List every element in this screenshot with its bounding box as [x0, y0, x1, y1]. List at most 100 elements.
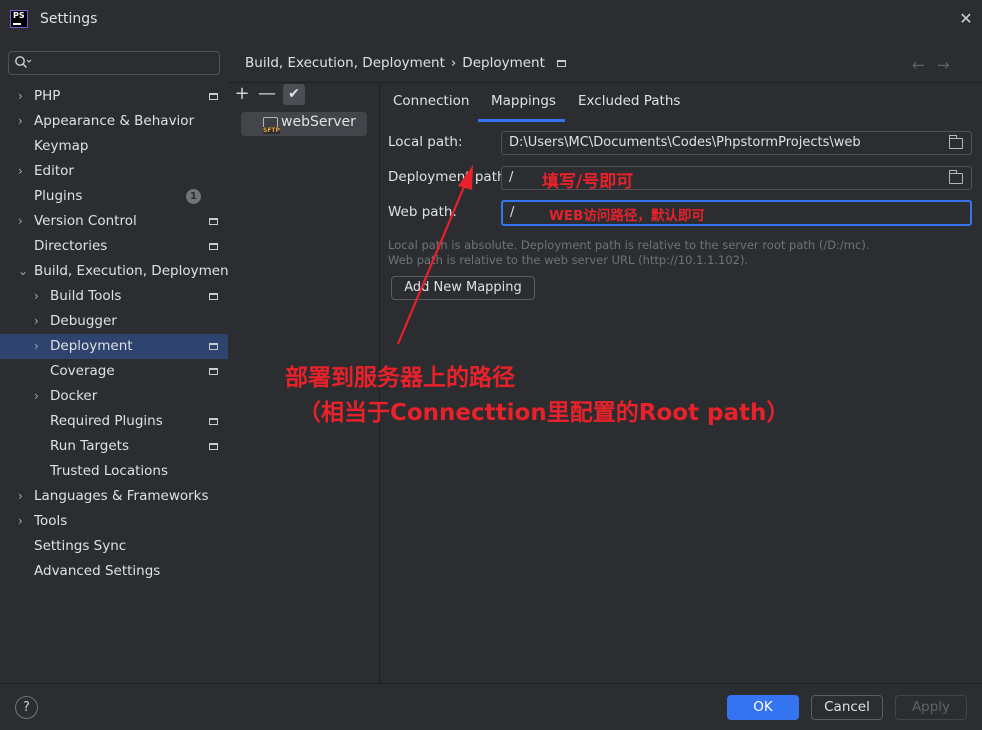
close-icon[interactable]: ✕: [958, 10, 974, 28]
sidebar-item-label: Docker: [50, 388, 98, 404]
project-scope-icon: [209, 93, 218, 100]
chevron-right-icon[interactable]: ›: [18, 159, 28, 184]
breadcrumb-current: Deployment: [462, 55, 545, 71]
sidebar-item-label: Required Plugins: [50, 413, 163, 429]
project-scope-icon: [209, 418, 218, 425]
deployment-path-value: /: [509, 170, 514, 185]
chevron-right-icon[interactable]: ›: [18, 84, 28, 109]
project-scope-icon: [556, 59, 566, 67]
web-path-value: /: [510, 205, 515, 220]
sidebar-item-settings-sync[interactable]: Settings Sync: [0, 534, 228, 559]
project-scope-icon: [209, 368, 218, 375]
project-scope-icon: [209, 293, 218, 300]
sidebar-item-php[interactable]: › PHP: [0, 84, 228, 109]
hint-local-path: Local path is absolute. Deployment path …: [388, 238, 870, 252]
sidebar-item-label: Directories: [34, 238, 108, 254]
sidebar-item-label: Appearance & Behavior: [34, 113, 195, 129]
deployment-path-annotation: 填写/号即可: [542, 172, 634, 192]
sidebar-item-label: Deployment: [50, 338, 133, 354]
tab-excluded-paths[interactable]: Excluded Paths: [578, 93, 680, 109]
help-icon[interactable]: ?: [15, 696, 38, 719]
remove-server-icon[interactable]: —: [258, 84, 276, 104]
divider: [228, 82, 982, 83]
sidebar-item-label: Build Tools: [50, 288, 122, 304]
window-title: Settings: [40, 11, 98, 27]
sidebar-item-docker[interactable]: › Docker: [0, 384, 228, 409]
active-tab-indicator: [478, 119, 565, 122]
settings-search-input[interactable]: [8, 51, 220, 75]
folder-icon[interactable]: [949, 135, 963, 149]
project-scope-icon: [209, 243, 218, 250]
web-path-label: Web path:: [388, 204, 457, 220]
sidebar-item-version-control[interactable]: › Version Control: [0, 209, 228, 234]
sidebar-item-label: Trusted Locations: [50, 463, 168, 479]
chevron-right-icon[interactable]: ›: [18, 509, 28, 534]
search-icon: [15, 56, 32, 68]
sidebar-item-label: Tools: [34, 513, 68, 529]
sidebar-item-label: Settings Sync: [34, 538, 127, 554]
sidebar-item-label: Run Targets: [50, 438, 129, 454]
chevron-right-icon[interactable]: ›: [34, 309, 44, 334]
project-scope-icon: [209, 343, 218, 350]
sidebar-item-deployment[interactable]: › Deployment: [0, 334, 228, 359]
sidebar-item-advanced-settings[interactable]: Advanced Settings: [0, 559, 228, 584]
use-as-default-icon[interactable]: ✔: [283, 84, 305, 105]
project-scope-icon: [209, 443, 218, 450]
chevron-down-icon[interactable]: ⌄: [18, 259, 28, 284]
chevron-right-icon[interactable]: ›: [34, 334, 44, 359]
sidebar-item-editor[interactable]: › Editor: [0, 159, 228, 184]
breadcrumb-separator: ›: [450, 55, 457, 71]
logo-text: PS: [13, 11, 25, 20]
deployment-path-label: Deployment path:: [388, 169, 511, 185]
folder-icon[interactable]: [949, 170, 963, 184]
local-path-label: Local path:: [388, 134, 463, 150]
title-bar: [0, 0, 982, 40]
local-path-value: D:\Users\MC\Documents\Codes\PhpstormProj…: [509, 135, 861, 150]
add-server-icon[interactable]: +: [233, 84, 251, 104]
ok-button[interactable]: OK: [727, 695, 799, 720]
updates-badge: 1: [186, 189, 201, 204]
sidebar-item-run-targets[interactable]: Run Targets: [0, 434, 228, 459]
sidebar-item-build-tools[interactable]: › Build Tools: [0, 284, 228, 309]
local-path-field[interactable]: D:\Users\MC\Documents\Codes\PhpstormProj…: [501, 131, 972, 155]
sidebar-item-tools[interactable]: › Tools: [0, 509, 228, 534]
project-scope-icon: [209, 218, 218, 225]
sidebar-item-keymap[interactable]: Keymap: [0, 134, 228, 159]
sidebar-item-languages-frameworks[interactable]: › Languages & Frameworks: [0, 484, 228, 509]
chevron-right-icon[interactable]: ›: [34, 284, 44, 309]
chevron-right-icon[interactable]: ›: [18, 109, 28, 134]
deployment-path-explanation-line-1: 部署到服务器上的路径: [285, 365, 515, 391]
sidebar-item-debugger[interactable]: › Debugger: [0, 309, 228, 334]
tab-mappings[interactable]: Mappings: [491, 93, 556, 109]
tab-connection[interactable]: Connection: [393, 93, 469, 109]
forward-arrow-icon[interactable]: →: [937, 56, 950, 74]
sidebar-item-trusted-locations[interactable]: Trusted Locations: [0, 459, 228, 484]
chevron-right-icon[interactable]: ›: [18, 209, 28, 234]
sidebar-item-label: Debugger: [50, 313, 117, 329]
sidebar-item-appearance-behavior[interactable]: › Appearance & Behavior: [0, 109, 228, 134]
sidebar-item-label: Languages & Frameworks: [34, 488, 209, 504]
sidebar-item-label: Version Control: [34, 213, 137, 229]
sidebar-item-build-execution-deployment[interactable]: ⌄ Build, Execution, Deployment: [0, 259, 234, 284]
server-name: webServer: [281, 114, 356, 130]
sidebar-item-label: Plugins: [34, 188, 83, 204]
sftp-server-icon: [263, 117, 280, 134]
sidebar-item-label: Coverage: [50, 363, 115, 379]
sidebar-item-plugins[interactable]: Plugins 1: [0, 184, 228, 209]
breadcrumb: Build, Execution, Deployment › Deployment: [245, 55, 566, 71]
cancel-button[interactable]: Cancel: [811, 695, 883, 720]
sidebar-item-label: PHP: [34, 88, 61, 104]
sidebar-item-directories[interactable]: Directories: [0, 234, 228, 259]
sidebar-item-label: Keymap: [34, 138, 89, 154]
breadcrumb-parent[interactable]: Build, Execution, Deployment: [245, 55, 445, 71]
back-arrow-icon[interactable]: ←: [912, 56, 925, 74]
web-path-annotation: WEB访问路径，默认即可: [549, 208, 705, 224]
phpstorm-logo-icon: PS: [10, 10, 28, 28]
chevron-right-icon[interactable]: ›: [18, 484, 28, 509]
chevron-right-icon[interactable]: ›: [34, 384, 44, 409]
sidebar-item-required-plugins[interactable]: Required Plugins: [0, 409, 228, 434]
sidebar-item-coverage[interactable]: Coverage: [0, 359, 228, 384]
apply-button[interactable]: Apply: [895, 695, 967, 720]
sidebar-item-label: Advanced Settings: [34, 563, 161, 579]
add-new-mapping-button[interactable]: Add New Mapping: [391, 276, 535, 300]
